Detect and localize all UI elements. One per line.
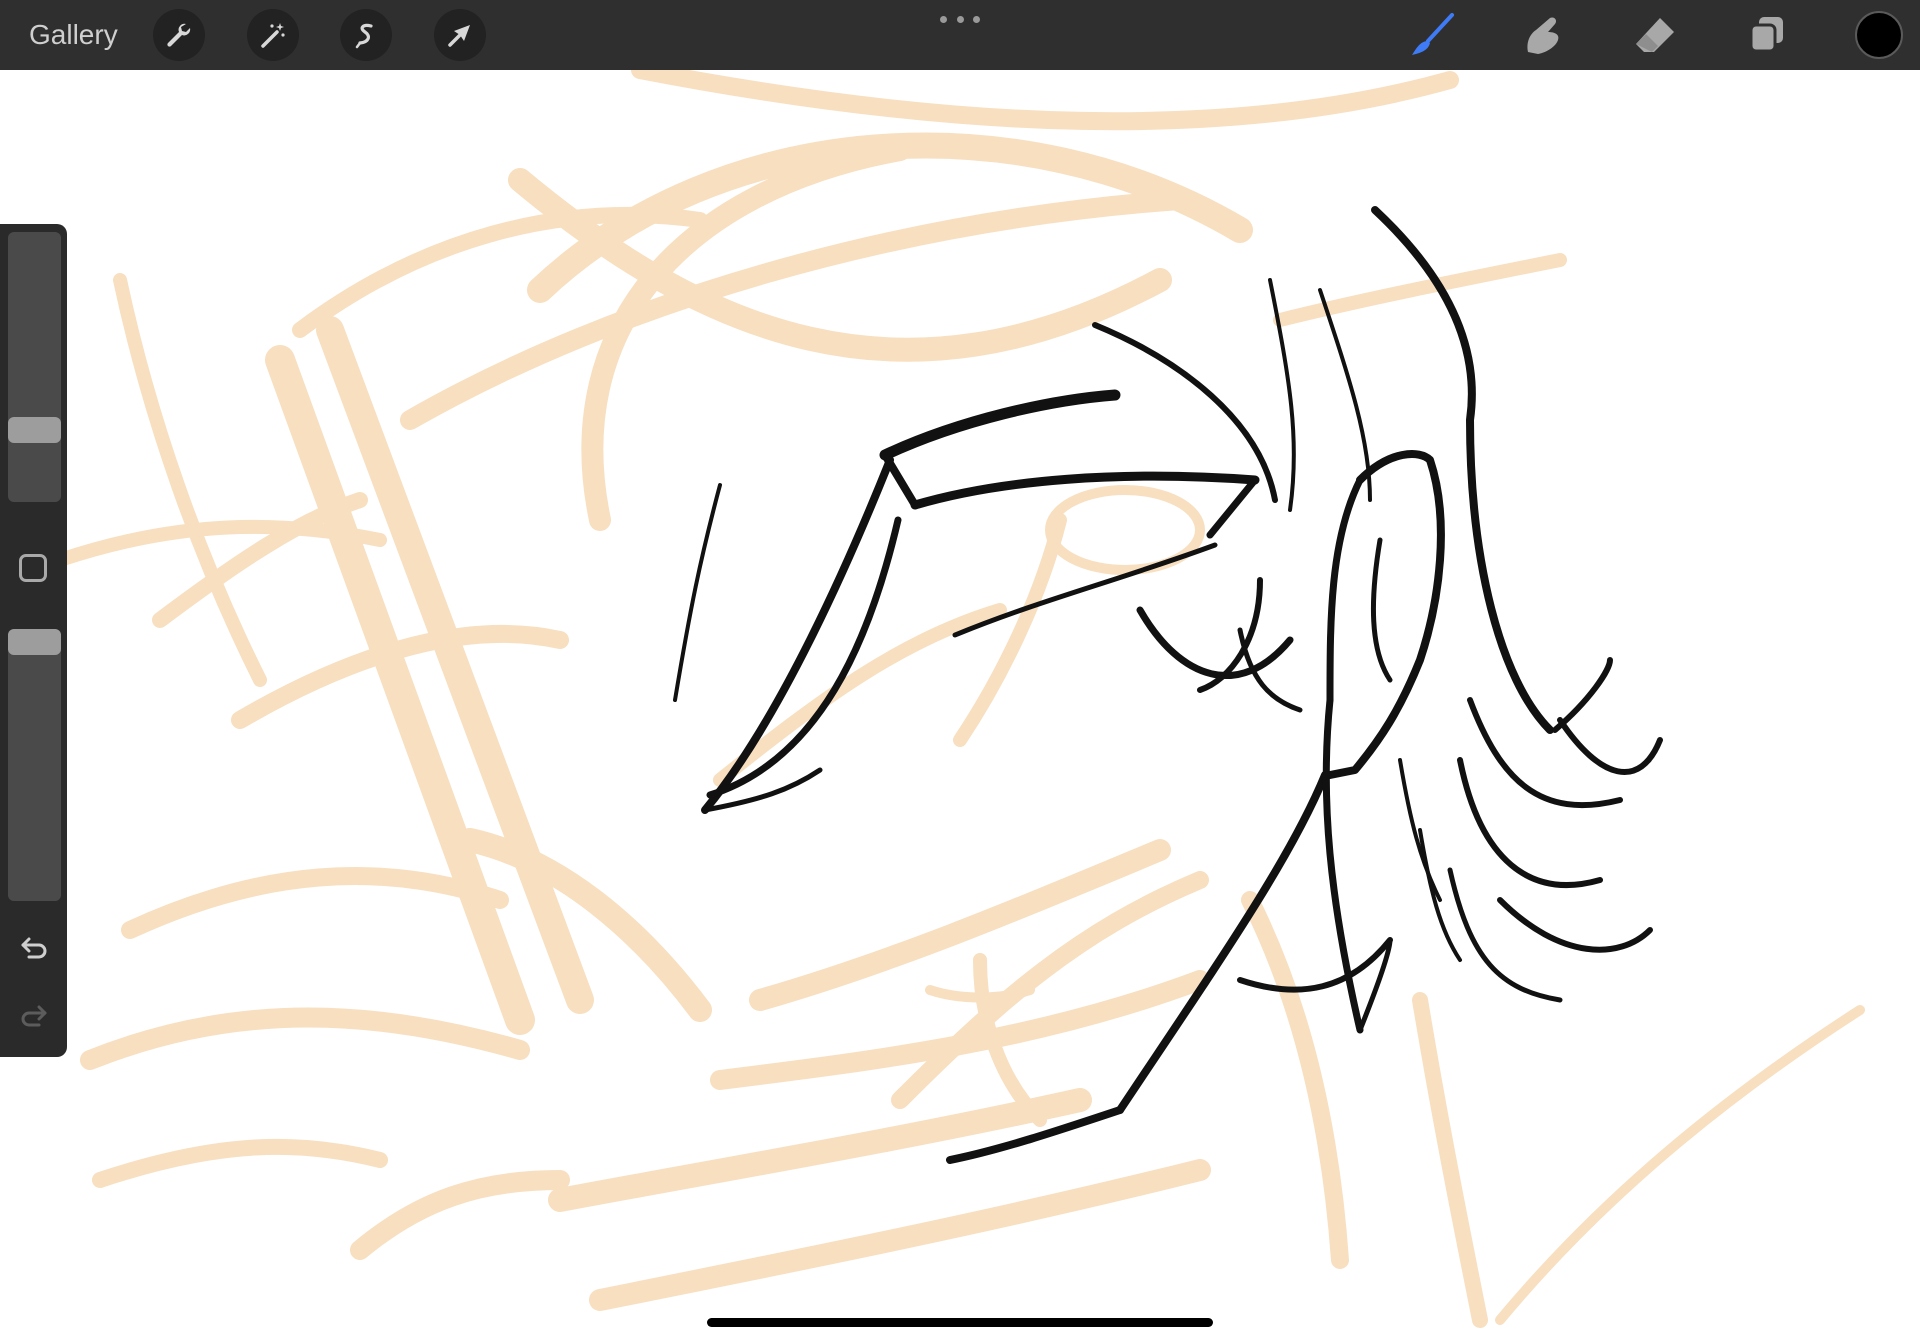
transform-button[interactable]: [434, 9, 486, 61]
home-indicator[interactable]: [707, 1318, 1213, 1327]
top-toolbar: Gallery: [0, 0, 1920, 70]
redo-icon: [21, 1005, 47, 1027]
more-options-icon[interactable]: [940, 12, 980, 26]
color-picker-swatch[interactable]: [1855, 11, 1903, 59]
selection-s-icon: [355, 23, 373, 49]
magic-wand-icon: [261, 23, 285, 48]
redo-button[interactable]: [16, 1000, 52, 1032]
smudge-finger-icon: [1527, 17, 1559, 55]
brush-button[interactable]: [1407, 10, 1457, 60]
wrench-icon: [167, 23, 191, 47]
layers-button[interactable]: [1742, 10, 1792, 60]
smudge-button[interactable]: [1518, 10, 1568, 60]
eraser-icon: [1636, 18, 1674, 52]
adjustments-button[interactable]: [247, 9, 299, 61]
actions-button[interactable]: [153, 9, 205, 61]
undo-icon: [21, 937, 47, 959]
layers-icon: [1749, 17, 1783, 53]
arrow-cursor-icon: [448, 25, 470, 47]
gallery-button[interactable]: Gallery: [29, 17, 118, 53]
square-modify-icon[interactable]: [19, 554, 47, 582]
drawing-canvas[interactable]: [0, 0, 1920, 1341]
brush-size-thumb[interactable]: [8, 417, 61, 444]
opacity-slider[interactable]: [8, 629, 61, 901]
brush-icon: [1412, 13, 1454, 55]
undo-button[interactable]: [16, 932, 52, 964]
left-sidebar: [0, 224, 67, 1057]
brush-size-slider[interactable]: [8, 232, 61, 502]
selection-button[interactable]: [340, 9, 392, 61]
eraser-button[interactable]: [1630, 10, 1680, 60]
opacity-thumb[interactable]: [8, 629, 61, 655]
